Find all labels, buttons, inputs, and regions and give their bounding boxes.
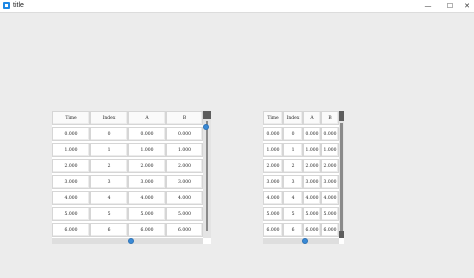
table-cell[interactable]: 1.000 <box>303 143 321 157</box>
column-header[interactable]: A <box>128 111 166 125</box>
table-cell[interactable]: 1 <box>283 143 303 157</box>
right-scroll-up-button[interactable] <box>339 111 344 121</box>
right-horizontal-scrollbar[interactable] <box>263 238 339 244</box>
close-button[interactable]: ✕ <box>456 0 474 12</box>
left-vertical-scroll-thumb[interactable] <box>206 121 208 231</box>
table-cell[interactable]: 0 <box>90 127 128 141</box>
table-cell[interactable]: 0.000 <box>303 127 321 141</box>
table-cell[interactable]: 0 <box>283 127 303 141</box>
table-cell[interactable]: 0.000 <box>166 127 203 141</box>
left-horizontal-scroll-handle[interactable] <box>128 238 134 244</box>
column-header[interactable]: A <box>303 111 321 125</box>
table-cell[interactable]: 5.000 <box>303 207 321 221</box>
column-header[interactable]: Index <box>283 111 303 125</box>
table-cell[interactable]: 3.000 <box>263 175 283 189</box>
table-cell[interactable]: 2.000 <box>321 159 339 173</box>
table-cell[interactable]: 3.000 <box>321 175 339 189</box>
table-cell[interactable]: 1.000 <box>321 143 339 157</box>
table-cell[interactable]: 5.000 <box>166 207 203 221</box>
table-cell[interactable]: 5.000 <box>128 207 166 221</box>
table-cell[interactable]: 6 <box>90 223 128 237</box>
table-cell[interactable]: 3.000 <box>303 175 321 189</box>
table-cell[interactable]: 3 <box>283 175 303 189</box>
table-cell[interactable]: 6.000 <box>321 223 339 237</box>
table-cell[interactable]: 6.000 <box>263 223 283 237</box>
table-cell[interactable]: 3.000 <box>166 175 203 189</box>
right-table: Time Index A B 0.000 0 0.000 0.000 1.000 1 1.000 1.… <box>263 111 344 244</box>
column-header[interactable]: B <box>166 111 203 125</box>
table-cell[interactable]: 2.000 <box>303 159 321 173</box>
table-cell[interactable]: 2.000 <box>166 159 203 173</box>
right-vertical-scroll-thumb[interactable] <box>340 123 343 231</box>
right-horizontal-scroll-handle[interactable] <box>302 238 308 244</box>
window-title: title <box>13 2 24 9</box>
app-icon <box>3 2 10 9</box>
table-cell[interactable]: 4 <box>90 191 128 205</box>
table-cell[interactable]: 0.000 <box>263 127 283 141</box>
table-cell[interactable]: 1.000 <box>166 143 203 157</box>
table-cell[interactable]: 0.000 <box>321 127 339 141</box>
right-vertical-scrollbar[interactable] <box>339 111 344 238</box>
table-cell[interactable]: 5.000 <box>321 207 339 221</box>
table-cell[interactable]: 6.000 <box>52 223 90 237</box>
table-cell[interactable]: 2 <box>90 159 128 173</box>
column-header[interactable]: Time <box>52 111 90 125</box>
column-header[interactable]: Index <box>90 111 128 125</box>
left-vertical-scrollbar[interactable] <box>203 111 211 238</box>
table-cell[interactable]: 2.000 <box>263 159 283 173</box>
table-cell[interactable]: 5.000 <box>263 207 283 221</box>
table-cell[interactable]: 1.000 <box>263 143 283 157</box>
table-cell[interactable]: 3.000 <box>128 175 166 189</box>
column-header[interactable]: B <box>321 111 339 125</box>
table-cell[interactable]: 1.000 <box>128 143 166 157</box>
table-cell[interactable]: 2.000 <box>52 159 90 173</box>
left-scroll-up-button[interactable] <box>203 111 211 119</box>
window-titlebar: title — ☐ ✕ <box>0 0 474 13</box>
table-cell[interactable]: 4.000 <box>52 191 90 205</box>
table-cell[interactable]: 5 <box>90 207 128 221</box>
table-cell[interactable]: 2.000 <box>128 159 166 173</box>
table-cell[interactable]: 1.000 <box>52 143 90 157</box>
table-cell[interactable]: 4.000 <box>303 191 321 205</box>
table-cell[interactable]: 6.000 <box>128 223 166 237</box>
table-cell[interactable]: 6.000 <box>303 223 321 237</box>
table-cell[interactable]: 0.000 <box>128 127 166 141</box>
table-cell[interactable]: 1 <box>90 143 128 157</box>
table-cell[interactable]: 4.000 <box>128 191 166 205</box>
minimize-button[interactable]: — <box>417 0 439 12</box>
left-table: Time Index A B 0.000 0 0.000 0.000 1.000 1 1.000 1.… <box>52 111 211 244</box>
table-cell[interactable]: 4.000 <box>263 191 283 205</box>
table-cell[interactable]: 3.000 <box>52 175 90 189</box>
table-cell[interactable]: 6.000 <box>166 223 203 237</box>
table-cell[interactable]: 3 <box>90 175 128 189</box>
table-cell[interactable]: 5.000 <box>52 207 90 221</box>
table-cell[interactable]: 4.000 <box>166 191 203 205</box>
table-cell[interactable]: 2 <box>283 159 303 173</box>
table-cell[interactable]: 5 <box>283 207 303 221</box>
table-cell[interactable]: 6 <box>283 223 303 237</box>
right-scroll-down-button[interactable] <box>339 231 344 238</box>
table-cell[interactable]: 0.000 <box>52 127 90 141</box>
table-cell[interactable]: 4 <box>283 191 303 205</box>
left-vertical-scroll-handle[interactable] <box>203 124 209 130</box>
column-header[interactable]: Time <box>263 111 283 125</box>
table-cell[interactable]: 4.000 <box>321 191 339 205</box>
